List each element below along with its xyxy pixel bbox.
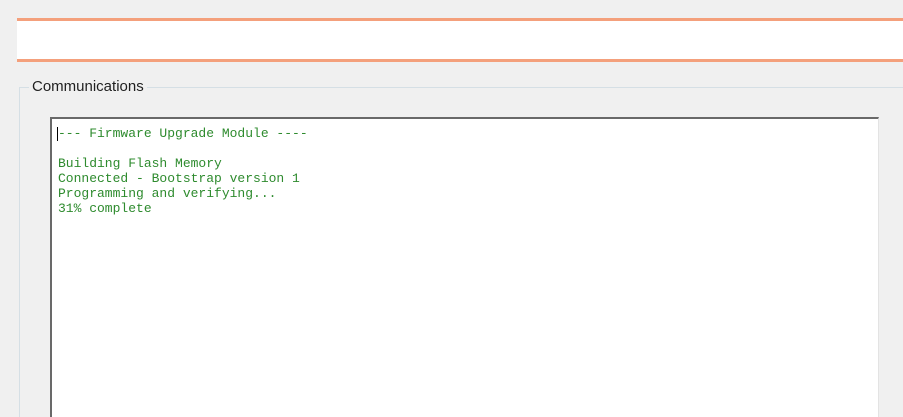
- console-line-header: --- Firmware Upgrade Module ----: [58, 126, 308, 141]
- console-output: --- Firmware Upgrade Module ---- Buildin…: [58, 126, 308, 216]
- console-line-connected: Connected - Bootstrap version 1: [58, 171, 300, 186]
- console-line-blank: [58, 141, 308, 156]
- console-textarea[interactable]: --- Firmware Upgrade Module ---- Buildin…: [50, 117, 879, 417]
- console-line-progress: 31% complete: [58, 201, 152, 216]
- group-title: Communications: [29, 78, 147, 96]
- top-field: [17, 18, 903, 62]
- console-line-building: Building Flash Memory: [58, 156, 222, 171]
- console-line-programming: Programming and verifying...: [58, 186, 277, 201]
